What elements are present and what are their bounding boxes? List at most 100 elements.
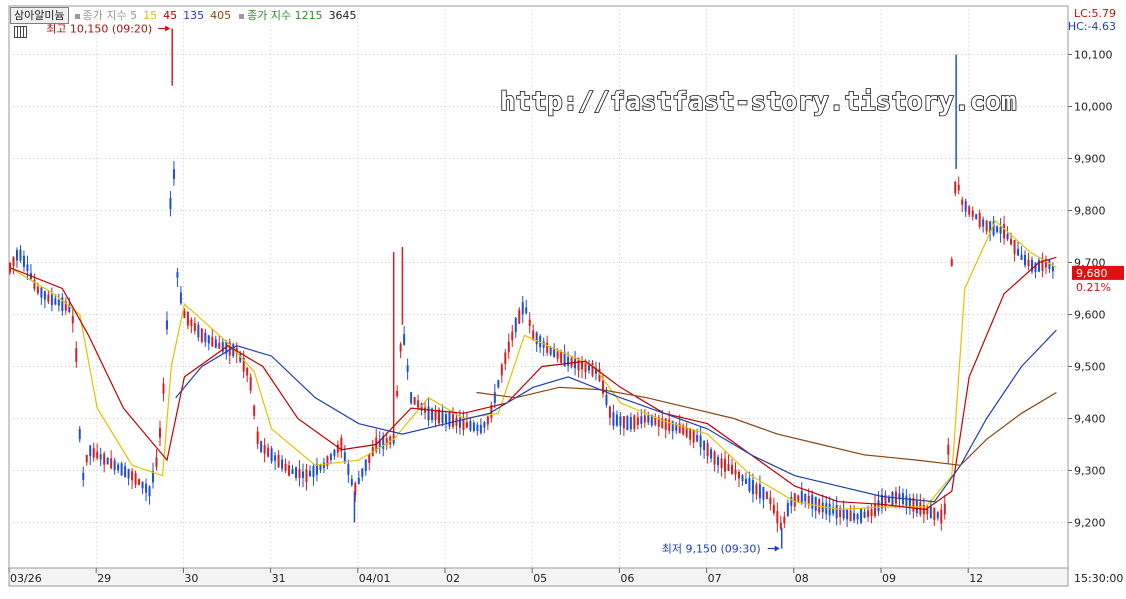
candle-body [856, 514, 859, 520]
candle-body [549, 347, 552, 355]
candle-body [811, 494, 814, 509]
candle-body [504, 352, 507, 364]
candle-body [975, 214, 978, 220]
candle-body [867, 510, 870, 518]
candle-body [22, 255, 25, 268]
candle-body [710, 449, 713, 459]
candle-body [874, 504, 877, 516]
candle-body [336, 444, 339, 453]
candle-body [1051, 266, 1054, 272]
candle-body [165, 320, 168, 330]
candle-body [368, 453, 371, 463]
candle-body [176, 272, 179, 278]
candle-body [406, 365, 409, 372]
candle-body [479, 424, 482, 433]
candle-body [12, 256, 15, 266]
candle-body [703, 441, 706, 451]
candle-body [706, 443, 709, 457]
candle-body [943, 503, 946, 515]
candle-body [929, 506, 932, 519]
candle-body [619, 416, 622, 426]
candle-body [193, 323, 196, 331]
lc-indicator: LC:5.79 [1073, 7, 1116, 20]
candle-body [110, 458, 113, 469]
candle-body [333, 449, 336, 456]
candle-body [936, 512, 939, 519]
candle-body [849, 510, 852, 521]
legend-marker [74, 14, 80, 19]
candle-body [172, 169, 175, 179]
candle-body [748, 477, 751, 492]
candle-body [15, 250, 18, 261]
candle-body [207, 335, 210, 344]
candle-body [75, 348, 78, 362]
candle-body [957, 184, 960, 191]
candle-body [978, 212, 981, 227]
candle-body [186, 311, 189, 326]
candle-body [744, 478, 747, 484]
legend-marker [239, 14, 245, 19]
candle-body [933, 507, 936, 520]
candle-body [724, 458, 727, 472]
y-tick-label: 9,300 [1074, 465, 1106, 478]
candle-body [567, 356, 570, 366]
candle-body [971, 210, 974, 217]
candle-body [497, 380, 500, 388]
stock-chart[interactable]: 9,200 9,300 9,400 9,500 9,600 9,700 9,800 9,900… [0, 0, 1126, 595]
candle-body [560, 351, 563, 363]
candle-body [511, 331, 514, 341]
candle-body [713, 451, 716, 465]
candle-body [134, 473, 137, 485]
candle-body [605, 394, 608, 405]
x-tick-label: 31 [272, 572, 286, 585]
candle-body [996, 226, 999, 232]
candle-body [546, 342, 549, 353]
candle-body [291, 469, 294, 475]
candle-body [357, 477, 360, 484]
candle-body [246, 367, 249, 376]
candle-body [424, 407, 427, 413]
candle-body [120, 463, 123, 476]
candle-body [622, 416, 625, 428]
y-tick-label: 9,800 [1074, 205, 1106, 218]
candle-body [277, 454, 280, 468]
candle-body [253, 405, 256, 416]
legend-item: 15 [143, 9, 158, 22]
candle-body [954, 181, 957, 194]
candle-body [804, 493, 807, 502]
candle-body [427, 406, 430, 421]
chart-canvas[interactable]: 9,2009,3009,4009,5009,6009,7009,8009,900… [0, 0, 1126, 595]
candle-body [786, 502, 789, 517]
candle-body [640, 416, 643, 424]
candle-body [1027, 259, 1030, 267]
candle-body [319, 464, 322, 470]
candle-body [783, 516, 786, 524]
candle-body [200, 328, 203, 342]
candle-body [267, 447, 270, 457]
x-tick-label: 12 [969, 572, 983, 585]
candle-body [124, 466, 127, 477]
calendar-icon[interactable] [14, 26, 27, 38]
x-tick-label: 05 [533, 572, 547, 585]
candle-body [968, 206, 971, 215]
candle-body [629, 417, 632, 430]
candle-body [301, 471, 304, 478]
candle-body [263, 445, 266, 454]
candle-body [737, 471, 740, 479]
candle-body [131, 471, 134, 481]
candle-body [507, 341, 510, 353]
candle-body [814, 496, 817, 511]
candle-body [779, 522, 782, 529]
candle-body [399, 344, 402, 352]
symbol-name[interactable]: 삼아알미늄 [10, 6, 69, 24]
candle-body [92, 448, 95, 458]
legend-item: 3645 [328, 9, 357, 22]
x-tick-label: 04/01 [359, 572, 391, 585]
candle-body [54, 298, 57, 305]
candle-body [103, 453, 106, 465]
low-annotation: 최저 9,150 (09:30) [662, 543, 761, 556]
candle-body [106, 457, 109, 465]
candle-body [685, 427, 688, 437]
candle-body [364, 459, 367, 472]
candle-body [905, 495, 908, 506]
